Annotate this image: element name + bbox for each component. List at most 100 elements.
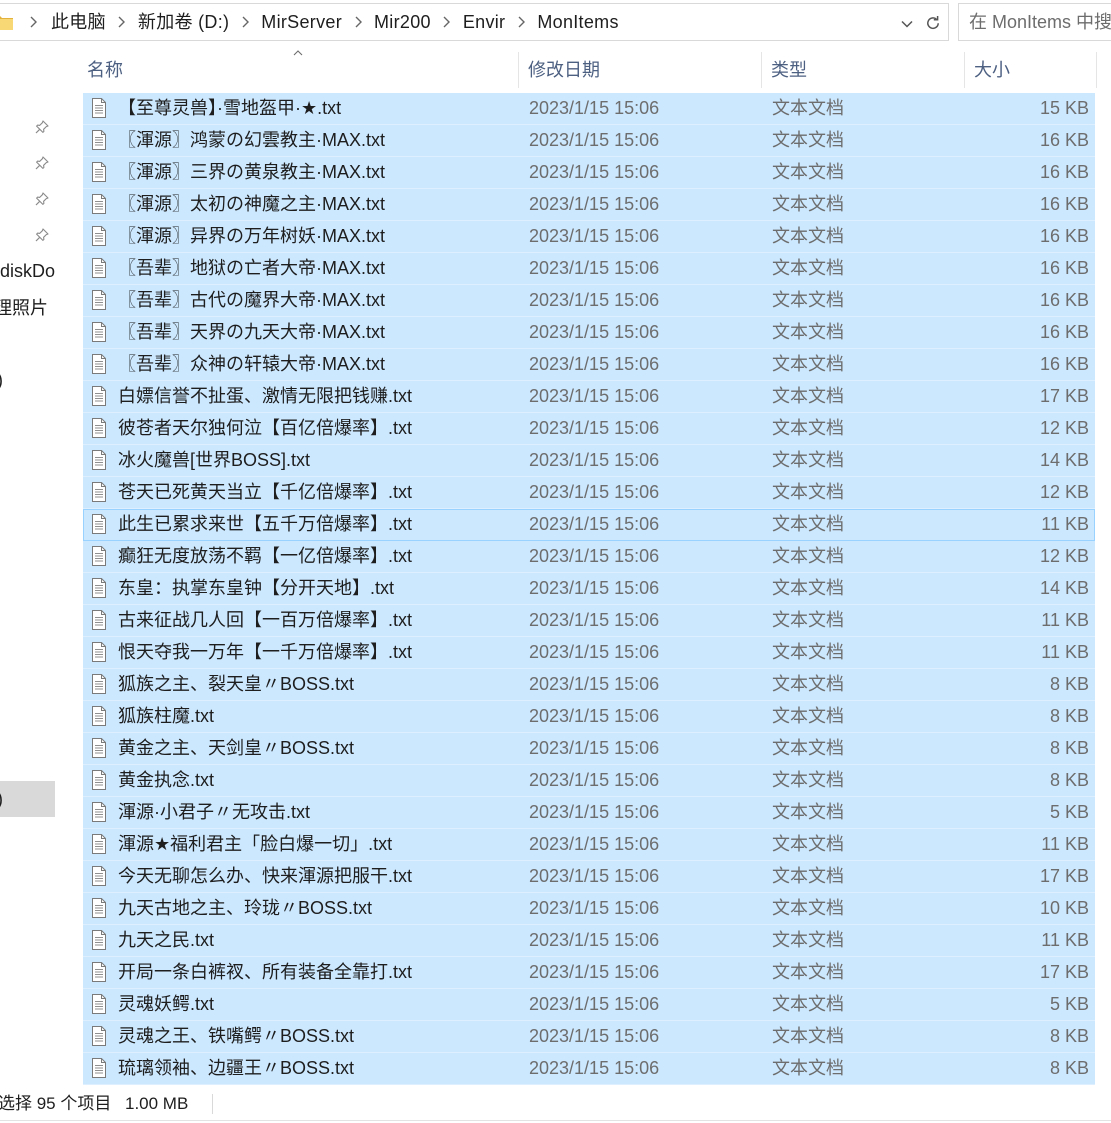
file-row[interactable]: 开局一条白裤衩、所有装备全靠打.txt 2023/1/15 15:06 文本文档… <box>83 957 1095 989</box>
chevron-right-icon[interactable] <box>354 15 362 29</box>
text-file-icon <box>91 674 107 694</box>
address-bar[interactable]: 此电脑 新加卷 (D:) MirServer Mir200 Envir MonItems <box>0 3 949 41</box>
file-modified-date: 2023/1/15 15:06 <box>529 226 660 246</box>
breadcrumb-item[interactable]: 此电脑 <box>51 4 106 40</box>
file-type: 文本文档 <box>772 642 844 662</box>
breadcrumb-item[interactable]: MirServer <box>261 4 342 40</box>
file-type: 文本文档 <box>772 258 844 278</box>
file-row[interactable]: 琉璃领袖、边疆王〃BOSS.txt 2023/1/15 15:06 文本文档 8… <box>83 1053 1095 1085</box>
file-row[interactable]: 古来征战几人回【一百万倍爆率】.txt 2023/1/15 15:06 文本文档… <box>83 605 1095 637</box>
file-modified-date: 2023/1/15 15:06 <box>529 546 660 566</box>
pin-icon[interactable] <box>35 192 49 206</box>
file-modified-date: 2023/1/15 15:06 <box>529 98 660 118</box>
file-modified-date: 2023/1/15 15:06 <box>529 354 660 374</box>
file-row[interactable]: 灵魂之王、铁嘴鳄〃BOSS.txt 2023/1/15 15:06 文本文档 8… <box>83 1021 1095 1053</box>
file-modified-date: 2023/1/15 15:06 <box>529 802 660 822</box>
chevron-right-icon[interactable] <box>443 15 451 29</box>
chevron-right-icon[interactable] <box>241 15 249 29</box>
file-size: 11 KB <box>1041 514 1089 534</box>
file-row[interactable]: 彼苍者天尔独何泣【百亿倍爆率】.txt 2023/1/15 15:06 文本文档… <box>83 413 1095 445</box>
file-row[interactable]: 九天之民.txt 2023/1/15 15:06 文本文档 11 KB <box>83 925 1095 957</box>
column-header-type[interactable]: 类型 <box>762 52 965 88</box>
file-size: 16 KB <box>1039 322 1089 342</box>
file-row[interactable]: 黄金之主、天剑皇〃BOSS.txt 2023/1/15 15:06 文本文档 8… <box>83 733 1095 765</box>
refresh-icon[interactable] <box>924 14 942 32</box>
file-row[interactable]: 〖吾辈〗古代の魔界大帝·MAX.txt 2023/1/15 15:06 文本文档… <box>83 285 1095 317</box>
file-name: 九天之民.txt <box>118 930 215 950</box>
file-row[interactable]: 渾源★福利君主「脸白爆一切」.txt 2023/1/15 15:06 文本文档 … <box>83 829 1095 861</box>
file-row[interactable]: 冰火魔兽[世界BOSS].txt 2023/1/15 15:06 文本文档 14… <box>83 445 1095 477</box>
file-size: 16 KB <box>1039 130 1089 150</box>
pin-icon[interactable] <box>35 120 49 134</box>
text-file-icon <box>91 962 107 982</box>
file-row[interactable]: 狐族之主、裂天皇〃BOSS.txt 2023/1/15 15:06 文本文档 8… <box>83 669 1095 701</box>
file-modified-date: 2023/1/15 15:06 <box>529 642 660 662</box>
window-bottom-border <box>0 1120 1111 1121</box>
file-row[interactable]: 九天古地之主、玲珑〃BOSS.txt 2023/1/15 15:06 文本文档 … <box>83 893 1095 925</box>
file-name: 〖渾源〗三界の黄泉教主·MAX.txt <box>118 162 386 182</box>
text-file-icon <box>91 162 107 182</box>
file-row[interactable]: 【至尊灵兽】·雪地盔甲·★.txt 2023/1/15 15:06 文本文档 1… <box>83 93 1095 125</box>
nav-item-drive[interactable]: ) <box>0 362 3 398</box>
breadcrumb-item[interactable]: Mir200 <box>374 4 431 40</box>
file-row[interactable]: 〖渾源〗鸿蒙の幻雲教主·MAX.txt 2023/1/15 15:06 文本文档… <box>83 125 1095 157</box>
file-row[interactable]: 渾源·小君子〃无攻击.txt 2023/1/15 15:06 文本文档 5 KB <box>83 797 1095 829</box>
file-row[interactable]: 〖渾源〗异界の万年树妖·MAX.txt 2023/1/15 15:06 文本文档… <box>83 221 1095 253</box>
file-row[interactable]: 黄金执念.txt 2023/1/15 15:06 文本文档 8 KB <box>83 765 1095 797</box>
breadcrumb-item[interactable]: Envir <box>463 4 506 40</box>
file-size: 15 KB <box>1039 98 1089 118</box>
file-row[interactable]: 〖吾辈〗天界の九天大帝·MAX.txt 2023/1/15 15:06 文本文档… <box>83 317 1095 349</box>
file-modified-date: 2023/1/15 15:06 <box>529 450 660 470</box>
chevron-right-icon[interactable] <box>517 15 525 29</box>
file-type: 文本文档 <box>772 98 844 118</box>
file-type: 文本文档 <box>772 546 844 566</box>
file-modified-date: 2023/1/15 15:06 <box>529 898 660 918</box>
nav-item-photos[interactable]: 理照片 <box>0 290 48 326</box>
file-type: 文本文档 <box>772 834 844 854</box>
file-row[interactable]: 苍天已死黄天当立【千亿倍爆率】.txt 2023/1/15 15:06 文本文档… <box>83 477 1095 509</box>
file-modified-date: 2023/1/15 15:06 <box>529 162 660 182</box>
file-row[interactable]: 今天无聊怎么办、快来渾源把服干.txt 2023/1/15 15:06 文本文档… <box>83 861 1095 893</box>
file-row[interactable]: 〖吾辈〗地狱の亡者大帝·MAX.txt 2023/1/15 15:06 文本文档… <box>83 253 1095 285</box>
breadcrumb-item[interactable]: MonItems <box>537 4 618 40</box>
file-modified-date: 2023/1/15 15:06 <box>529 738 660 758</box>
file-type: 文本文档 <box>772 898 844 918</box>
pin-icon[interactable] <box>35 228 49 242</box>
file-row[interactable]: 癫狂无度放荡不羁【一亿倍爆率】.txt 2023/1/15 15:06 文本文档… <box>83 541 1095 573</box>
text-file-icon <box>91 1058 107 1078</box>
file-row[interactable]: 狐族柱魔.txt 2023/1/15 15:06 文本文档 8 KB <box>83 701 1095 733</box>
file-row[interactable]: 恨天夺我一万年【一千万倍爆率】.txt 2023/1/15 15:06 文本文档… <box>83 637 1095 669</box>
search-input[interactable] <box>959 4 1111 40</box>
file-row[interactable]: 〖渾源〗三界の黄泉教主·MAX.txt 2023/1/15 15:06 文本文档… <box>83 157 1095 189</box>
text-file-icon <box>91 290 107 310</box>
file-name: 苍天已死黄天当立【千亿倍爆率】.txt <box>118 482 413 502</box>
file-size: 8 KB <box>1049 706 1089 726</box>
nav-item-diskdo[interactable]: diskDo <box>0 253 55 289</box>
file-row[interactable]: 白嫖信誉不扯蛋、激情无限把钱赚.txt 2023/1/15 15:06 文本文档… <box>83 381 1095 413</box>
file-name: 狐族柱魔.txt <box>118 706 215 726</box>
file-modified-date: 2023/1/15 15:06 <box>529 322 660 342</box>
column-header-name[interactable]: 名称 <box>83 50 519 88</box>
text-file-icon <box>91 354 107 374</box>
file-row[interactable]: 东皇：执掌东皇钟【分开天地】.txt 2023/1/15 15:06 文本文档 … <box>83 573 1095 605</box>
file-row[interactable]: 〖吾辈〗众神の轩辕大帝·MAX.txt 2023/1/15 15:06 文本文档… <box>83 349 1095 381</box>
file-modified-date: 2023/1/15 15:06 <box>529 130 660 150</box>
selection-count: 选择 95 个项目 <box>0 1094 112 1113</box>
search-box[interactable] <box>958 3 1111 41</box>
text-file-icon <box>91 1026 107 1046</box>
chevron-right-icon[interactable] <box>118 15 126 29</box>
nav-item-selected[interactable]: ) <box>0 781 55 817</box>
nav-item-selected-label: ) <box>0 781 3 817</box>
file-name: 东皇：执掌东皇钟【分开天地】.txt <box>118 578 395 598</box>
column-header-modified-label: 修改日期 <box>528 60 600 80</box>
breadcrumb-item[interactable]: 新加卷 (D:) <box>138 4 229 40</box>
file-modified-date: 2023/1/15 15:06 <box>529 834 660 854</box>
column-header-modified[interactable]: 修改日期 <box>519 52 762 88</box>
pin-icon[interactable] <box>35 156 49 170</box>
column-header-size[interactable]: 大小 <box>965 52 1097 88</box>
chevron-down-icon[interactable] <box>901 20 913 28</box>
file-row[interactable]: 此生已累求来世【五千万倍爆率】.txt 2023/1/15 15:06 文本文档… <box>83 509 1095 541</box>
file-row[interactable]: 灵魂妖鳄.txt 2023/1/15 15:06 文本文档 5 KB <box>83 989 1095 1021</box>
file-type: 文本文档 <box>772 962 844 982</box>
file-row[interactable]: 〖渾源〗太初の神魔之主·MAX.txt 2023/1/15 15:06 文本文档… <box>83 189 1095 221</box>
